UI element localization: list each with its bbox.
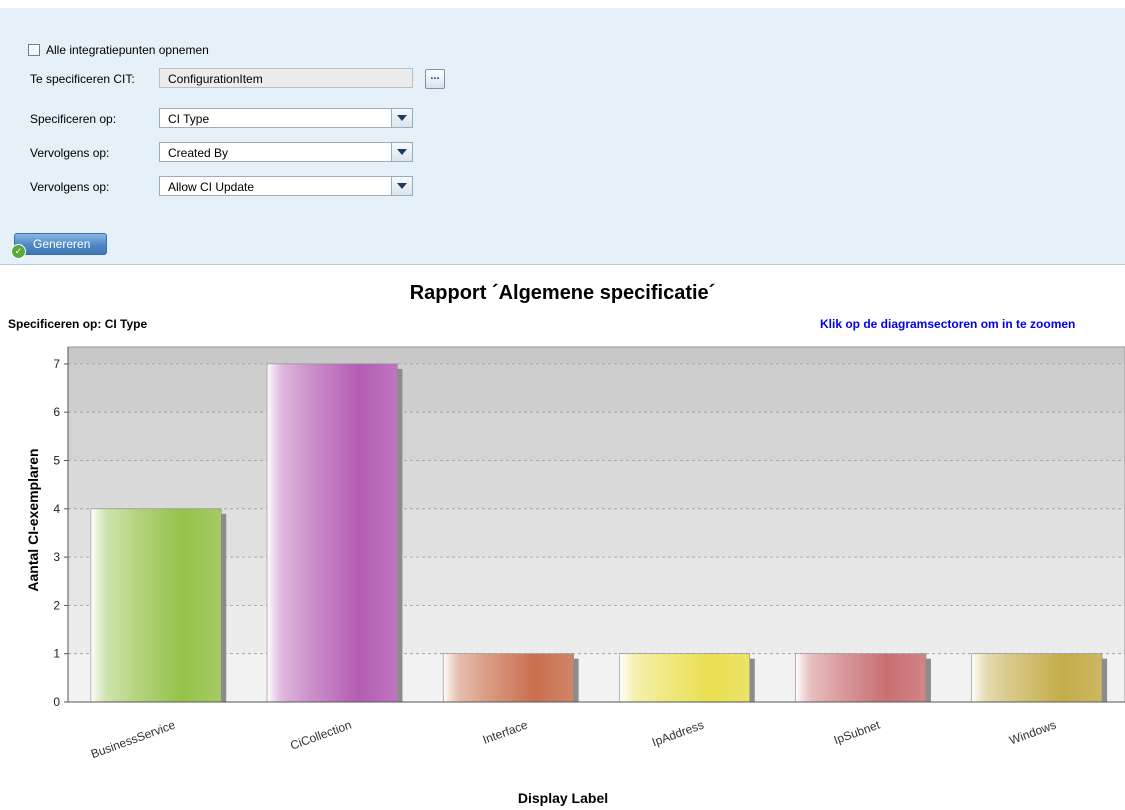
- y-tick-label: 2: [53, 598, 60, 612]
- plot-band: [68, 605, 1125, 654]
- y-tick-label: 6: [53, 405, 60, 419]
- bar-chart: 0 1 2 3 4 5 6 7 BusinessService CiCollection Inte…: [53, 346, 1125, 762]
- plot-band: [68, 557, 1125, 606]
- y-tick-label: 3: [53, 550, 60, 564]
- y-tick-label: 1: [53, 647, 60, 661]
- bar-Windows[interactable]: [971, 653, 1103, 703]
- plot-band: [68, 347, 1125, 364]
- bar-IpAddress[interactable]: [619, 653, 751, 703]
- y-tick-label: 7: [53, 357, 60, 371]
- x-tick-label: IpSubnet: [832, 717, 883, 747]
- plot-band: [68, 460, 1125, 509]
- bar-BusinessService[interactable]: [90, 508, 222, 703]
- y-axis-label: Aantal CI-exemplaren: [25, 448, 41, 592]
- y-tick-label: 5: [53, 454, 60, 468]
- plot-band: [68, 653, 1125, 702]
- x-tick-label: CiCollection: [288, 718, 353, 753]
- bar-IpSubnet[interactable]: [795, 653, 927, 703]
- x-tick-label: BusinessService: [89, 718, 177, 762]
- y-tick-label: 4: [53, 502, 60, 516]
- x-tick-label: Interface: [481, 718, 530, 747]
- y-tick-label: 0: [53, 695, 60, 709]
- plot-band: [68, 508, 1125, 558]
- x-tick-label: IpAddress: [650, 718, 706, 750]
- bar-Interface[interactable]: [442, 653, 574, 703]
- x-axis-label: Display Label: [517, 790, 609, 806]
- plot-band: [68, 363, 1125, 413]
- bar-CiCollection[interactable]: [266, 363, 398, 703]
- x-tick-label: Windows: [1007, 718, 1058, 748]
- plot-band: [68, 412, 1125, 461]
